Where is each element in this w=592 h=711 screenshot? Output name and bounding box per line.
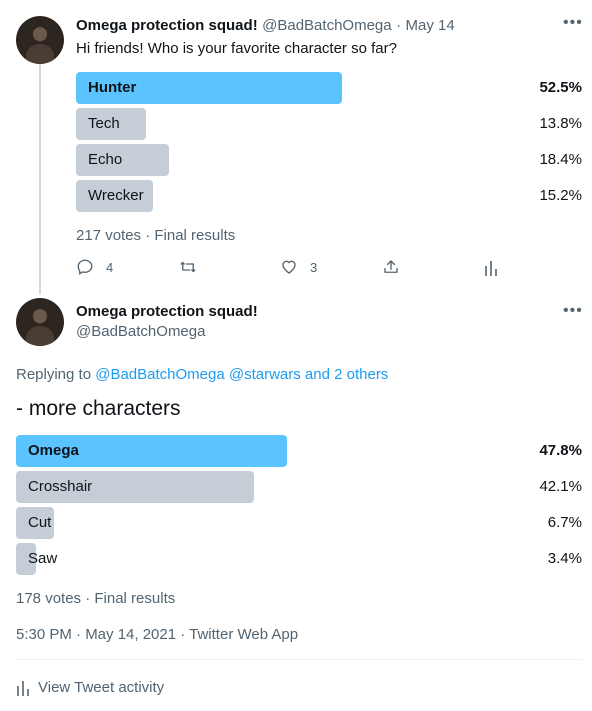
poll-option-percent: 42.1% (539, 478, 582, 495)
poll-option: Omega 47.8% (16, 435, 582, 467)
poll-option-label: Saw (28, 550, 58, 567)
poll-meta: 217 votes · Final results (76, 227, 236, 244)
poll-option-label: Tech (88, 115, 120, 132)
share-icon (382, 258, 400, 276)
tweet-text: - more characters (16, 397, 181, 420)
author-name[interactable]: Omega protection squad! (76, 17, 258, 34)
poll-option-label: Omega (28, 442, 79, 459)
tweet-timestamp[interactable]: 5:30 PM · May 14, 2021 · Twitter Web App (16, 626, 298, 643)
author-name[interactable]: Omega protection squad! (76, 303, 258, 320)
poll-option: Wrecker 15.2% (76, 180, 582, 212)
divider (16, 659, 582, 660)
author-handle[interactable]: @BadBatchOmega (262, 17, 391, 34)
poll-option-label: Echo (88, 151, 123, 168)
avatar[interactable] (16, 16, 64, 64)
poll: Omega 47.8% Crosshair 42.1% Cut 6.7% Saw 3.4% (16, 435, 582, 579)
like-count: 3 (310, 259, 318, 275)
more-options-button[interactable]: ••• (563, 302, 583, 320)
reply-button[interactable]: 4 (76, 258, 113, 276)
poll-option-label: Wrecker (88, 187, 144, 204)
poll-option-percent: 6.7% (547, 514, 582, 531)
heart-icon (280, 258, 298, 276)
poll-option-percent: 13.8% (539, 115, 582, 132)
poll: Hunter 52.5% Tech 13.8% Echo 18.4% Wrecker 15.2… (76, 72, 582, 216)
view-tweet-activity[interactable]: View Tweet activity (16, 678, 164, 696)
replying-to: Replying to @BadBatchOmega @starwars and… (16, 366, 388, 383)
analytics-icon (16, 678, 30, 696)
poll-option-percent: 3.4% (547, 550, 582, 567)
reply-icon (76, 258, 94, 276)
poll-option: Cut 6.7% (16, 507, 582, 539)
poll-option: Echo 18.4% (76, 144, 582, 176)
poll-option-percent: 47.8% (539, 442, 582, 459)
reply-count: 4 (106, 259, 114, 275)
poll-option-percent: 52.5% (539, 79, 582, 96)
analytics-button[interactable] (484, 258, 498, 276)
replying-to-links[interactable]: @BadBatchOmega @starwars and 2 others (95, 366, 388, 383)
tweet-text: Hi friends! Who is your favorite charact… (76, 40, 397, 57)
header-separator: · (396, 17, 402, 34)
avatar[interactable] (16, 298, 64, 346)
author-handle[interactable]: @BadBatchOmega (76, 323, 205, 340)
tweet-date[interactable]: May 14 (406, 17, 455, 34)
ellipsis-icon: ••• (563, 302, 583, 319)
poll-option: Tech 13.8% (76, 108, 582, 140)
retweet-icon (178, 258, 198, 276)
thread-connector-line (39, 64, 41, 294)
poll-meta: 178 votes · Final results (16, 590, 176, 607)
poll-option-percent: 15.2% (539, 187, 582, 204)
poll-option: Hunter 52.5% (76, 72, 582, 104)
poll-option-label: Hunter (88, 79, 137, 96)
share-button[interactable] (382, 258, 400, 276)
poll-option-label: Crosshair (28, 478, 93, 495)
poll-option: Saw 3.4% (16, 543, 582, 575)
poll-option-label: Cut (28, 514, 52, 531)
poll-option: Crosshair 42.1% (16, 471, 582, 503)
tweet-header: Omega protection squad! @BadBatchOmega ·… (76, 17, 455, 35)
analytics-icon (484, 258, 498, 276)
more-options-button[interactable]: ••• (563, 14, 583, 32)
ellipsis-icon: ••• (563, 14, 583, 31)
view-activity-label: View Tweet activity (38, 678, 165, 696)
retweet-button[interactable] (178, 258, 210, 276)
replying-prefix: Replying to (16, 366, 96, 383)
poll-option-percent: 18.4% (539, 151, 582, 168)
like-button[interactable]: 3 (280, 258, 317, 276)
